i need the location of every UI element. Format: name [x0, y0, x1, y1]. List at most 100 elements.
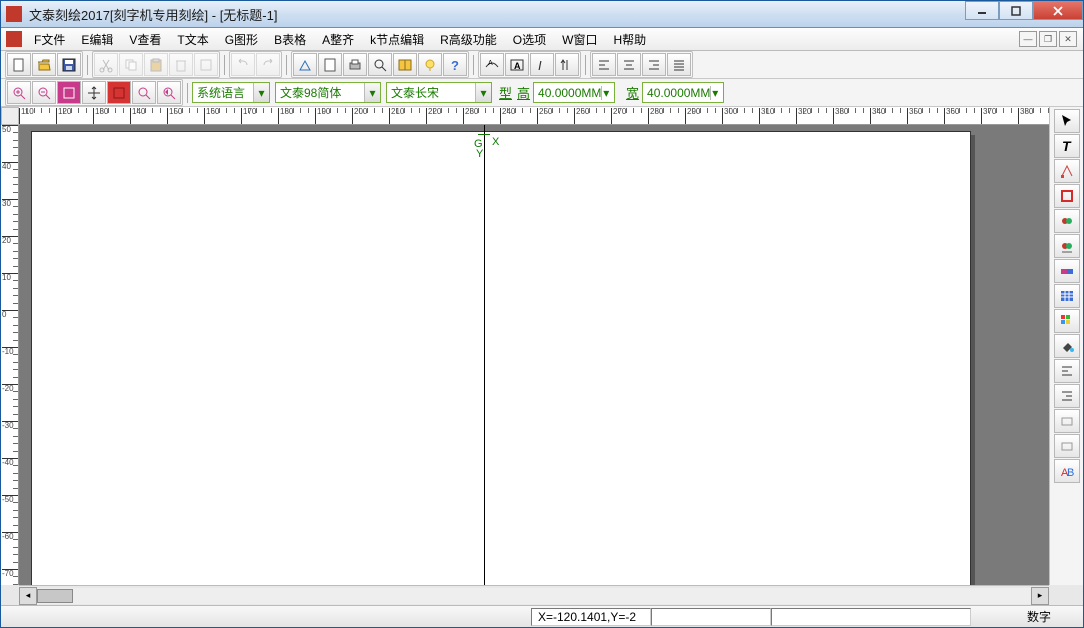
- ruler-vertical[interactable]: 50403020100-10-20-30-40-50-60-70-80: [1, 125, 19, 585]
- menu-advanced[interactable]: R高级功能: [432, 28, 505, 51]
- toolbar-separator: [87, 55, 88, 75]
- window-controls: [965, 1, 1083, 27]
- height-input[interactable]: 40.0000MM▾: [533, 82, 615, 103]
- side-toolbar: T AB: [1049, 107, 1083, 585]
- app-icon: [6, 6, 22, 22]
- zoom-fit-button[interactable]: [132, 81, 156, 104]
- menu-edit[interactable]: E编辑: [73, 28, 121, 51]
- tip-button[interactable]: [418, 53, 442, 76]
- scroll-thumb[interactable]: [37, 589, 73, 603]
- align-center-button[interactable]: [617, 53, 641, 76]
- minimize-button[interactable]: [965, 1, 999, 20]
- copy-button[interactable]: [119, 53, 143, 76]
- clipart-1-button[interactable]: [1054, 209, 1080, 233]
- close-button[interactable]: [1033, 1, 1083, 20]
- paste-button[interactable]: [144, 53, 168, 76]
- fill-tool-button[interactable]: [1054, 334, 1080, 358]
- canvas-page[interactable]: G X Y: [31, 131, 971, 585]
- layout-button[interactable]: [393, 53, 417, 76]
- colortext-button[interactable]: AB: [1054, 459, 1080, 483]
- menu-options[interactable]: O选项: [505, 28, 554, 51]
- svg-text:A: A: [488, 60, 493, 67]
- zoom-out-button[interactable]: [32, 81, 56, 104]
- font-type-button[interactable]: 型: [499, 83, 512, 102]
- redo-button[interactable]: [256, 53, 280, 76]
- svg-text:A: A: [514, 61, 521, 71]
- print-button[interactable]: [343, 53, 367, 76]
- flip-h-button[interactable]: [293, 53, 317, 76]
- undo-button[interactable]: [231, 53, 255, 76]
- select-tool-button[interactable]: [1054, 109, 1080, 133]
- text-tool-button[interactable]: T: [1054, 134, 1080, 158]
- toolbar-separator: [187, 83, 188, 103]
- menu-graphic[interactable]: G图形: [217, 28, 266, 51]
- canvas-viewport[interactable]: G X Y: [19, 125, 1049, 585]
- align-right-button[interactable]: [642, 53, 666, 76]
- chevron-down-icon: ▾: [253, 83, 269, 102]
- clipart-2-button[interactable]: [1054, 234, 1080, 258]
- align-left-button[interactable]: [592, 53, 616, 76]
- pan-button[interactable]: [82, 81, 106, 104]
- font-style-combo[interactable]: 文泰长宋 ▾: [386, 82, 492, 103]
- svg-text:?: ?: [451, 58, 459, 73]
- menu-view[interactable]: V查看: [121, 28, 169, 51]
- height-label: 高: [517, 83, 530, 102]
- zoom-prev-button[interactable]: [157, 81, 181, 104]
- menu-align[interactable]: A整齐: [314, 28, 362, 51]
- engrave-2-button[interactable]: [1054, 434, 1080, 458]
- svg-text:B: B: [1067, 467, 1074, 479]
- scrollbar-horizontal[interactable]: ◂ ▸: [19, 585, 1049, 605]
- align-justify-button[interactable]: [667, 53, 691, 76]
- language-combo-value: 系统语言: [197, 84, 245, 101]
- node-tool-button[interactable]: [1054, 159, 1080, 183]
- table-tool-button[interactable]: [1054, 284, 1080, 308]
- scroll-left-button[interactable]: ◂: [19, 587, 37, 605]
- italic-button[interactable]: I: [530, 53, 554, 76]
- svg-text:I: I: [538, 58, 542, 73]
- mdi-restore-button[interactable]: ❐: [1039, 31, 1057, 47]
- help-button[interactable]: ?: [443, 53, 467, 76]
- para-right-button[interactable]: [1054, 384, 1080, 408]
- color-grid-button[interactable]: [1054, 309, 1080, 333]
- open-button[interactable]: [32, 53, 56, 76]
- mdi-close-button[interactable]: ✕: [1059, 31, 1077, 47]
- ruler-horizontal[interactable]: 1101201301401501601701801902002102202302…: [19, 107, 1049, 125]
- text-frame-button[interactable]: A: [505, 53, 529, 76]
- shape-tool-button[interactable]: [1054, 184, 1080, 208]
- cut-button[interactable]: [94, 53, 118, 76]
- zoom-page-button[interactable]: [107, 81, 131, 104]
- chevron-down-icon: ▾: [364, 83, 380, 102]
- menu-table[interactable]: B表格: [266, 28, 314, 51]
- font-family-value: 文泰98简体: [280, 84, 341, 101]
- save-button[interactable]: [57, 53, 81, 76]
- maximize-button[interactable]: [999, 1, 1033, 20]
- new-button[interactable]: [7, 53, 31, 76]
- engrave-1-button[interactable]: [1054, 409, 1080, 433]
- gradient-button[interactable]: [1054, 259, 1080, 283]
- page-setup-button[interactable]: [318, 53, 342, 76]
- menu-window[interactable]: W窗口: [554, 28, 605, 51]
- menu-help[interactable]: H帮助: [605, 28, 654, 51]
- menu-file[interactable]: F文件: [26, 28, 73, 51]
- special-paste-button[interactable]: [194, 53, 218, 76]
- path-text-button[interactable]: A: [480, 53, 504, 76]
- menu-text[interactable]: T文本: [169, 28, 216, 51]
- zoom-area-button[interactable]: [57, 81, 81, 104]
- preview-button[interactable]: [368, 53, 392, 76]
- axis-y-label: Y: [476, 148, 483, 160]
- ruler-corner[interactable]: [1, 107, 19, 125]
- zoom-in-button[interactable]: [7, 81, 31, 104]
- mdi-minimize-button[interactable]: —: [1019, 31, 1037, 47]
- delete-button[interactable]: [169, 53, 193, 76]
- scroll-right-button[interactable]: ▸: [1031, 587, 1049, 605]
- statusbar: X=-120.1401,Y=-2 数字: [1, 605, 1083, 627]
- font-family-combo[interactable]: 文泰98简体 ▾: [275, 82, 381, 103]
- writing-mode-button[interactable]: [555, 53, 579, 76]
- para-left-button[interactable]: [1054, 359, 1080, 383]
- toolbar-view-font: 系统语言 ▾ 文泰98简体 ▾ 文泰长宋 ▾ 型 高 40.0000MM▾ 宽 …: [1, 79, 1083, 107]
- language-combo[interactable]: 系统语言 ▾: [192, 82, 270, 103]
- scroll-track[interactable]: [37, 588, 1031, 604]
- width-input[interactable]: 40.0000MM▾: [642, 82, 724, 103]
- menu-node[interactable]: k节点编辑: [362, 28, 432, 51]
- axis-x-label: X: [492, 136, 499, 148]
